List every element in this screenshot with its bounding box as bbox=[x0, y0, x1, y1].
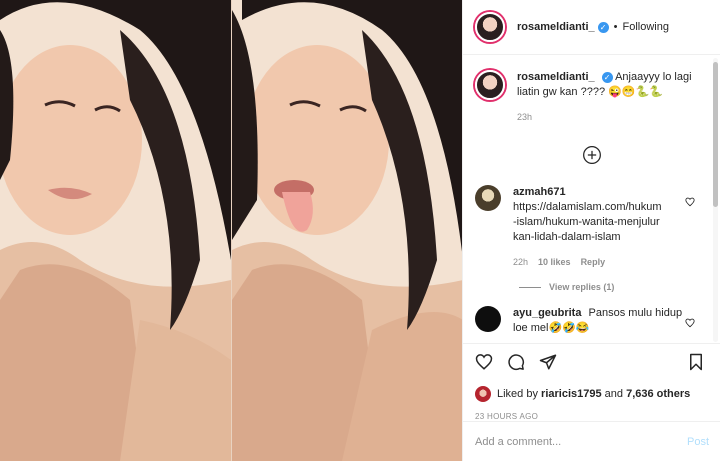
action-icons bbox=[475, 352, 709, 372]
heart-icon[interactable] bbox=[685, 197, 695, 207]
comment-text[interactable]: https://dalamislam.com/hukum-islam/hukum… bbox=[513, 200, 663, 245]
author-username[interactable]: rosameldianti_ bbox=[517, 21, 595, 33]
commenter-username[interactable]: ayu_geubrita bbox=[513, 307, 581, 319]
share-icon[interactable] bbox=[539, 353, 557, 371]
comment-likes[interactable]: 10 likes bbox=[538, 255, 571, 270]
heart-icon[interactable] bbox=[685, 318, 695, 328]
bookmark-icon[interactable] bbox=[687, 353, 705, 371]
likes-prefix: Liked by bbox=[497, 388, 538, 400]
comment-icon[interactable] bbox=[507, 353, 525, 371]
post-header: rosameldianti_ ✓ • Following bbox=[463, 0, 720, 55]
comment-composer: Post bbox=[463, 421, 720, 461]
caption-username[interactable]: rosameldianti_ bbox=[517, 71, 595, 83]
verified-badge-icon: ✓ bbox=[597, 21, 609, 33]
following-button[interactable]: Following bbox=[623, 21, 669, 33]
selfie-illustration-right bbox=[232, 0, 462, 461]
caption-row: rosameldianti_ ✓ Anjaayyy lo lagi liatin … bbox=[475, 70, 709, 125]
post-comment-button[interactable]: Post bbox=[687, 436, 709, 448]
instagram-post: rosameldianti_ ✓ • Following rosameldian… bbox=[0, 0, 720, 461]
header-separator: • bbox=[613, 21, 618, 33]
likes-summary: Liked by riaricis1795 and 7,636 others bbox=[475, 386, 709, 402]
verified-badge-icon: ✓ bbox=[601, 71, 613, 83]
heart-icon[interactable] bbox=[475, 353, 493, 371]
caption-body: rosameldianti_ ✓ Anjaayyy lo lagi liatin … bbox=[517, 70, 709, 125]
post-sidebar: rosameldianti_ ✓ • Following rosameldian… bbox=[462, 0, 720, 461]
caption-meta: 23h bbox=[517, 110, 709, 125]
commenter-avatar[interactable] bbox=[475, 185, 501, 211]
likes-conjunction: and bbox=[604, 388, 624, 400]
commenter-avatar[interactable] bbox=[475, 306, 501, 332]
comment-body: ayu_geubrita Pansos mulu hidup loe mel🤣🤣… bbox=[513, 306, 709, 336]
selfie-illustration-left bbox=[0, 0, 231, 461]
post-timestamp[interactable]: 23 HOURS AGO bbox=[475, 412, 709, 421]
load-more-comments[interactable] bbox=[475, 145, 709, 165]
comments-list: rosameldianti_ ✓ Anjaayyy lo lagi liatin … bbox=[463, 56, 720, 343]
photo-panel-right bbox=[231, 0, 462, 461]
caption-avatar[interactable] bbox=[475, 70, 505, 100]
comment-input[interactable] bbox=[475, 435, 687, 448]
view-replies-link[interactable]: View replies (1) bbox=[519, 282, 709, 292]
view-replies-line bbox=[519, 286, 541, 288]
post-actions: Liked by riaricis1795 and 7,636 others 2… bbox=[463, 343, 720, 421]
photo-panel-left bbox=[0, 0, 231, 461]
liker-username[interactable]: riaricis1795 bbox=[541, 388, 602, 400]
comment-age[interactable]: 22h bbox=[513, 255, 528, 270]
view-replies-label[interactable]: View replies (1) bbox=[549, 282, 614, 292]
liker-avatar[interactable] bbox=[475, 386, 491, 402]
likes-others-link[interactable]: 7,636 others bbox=[626, 388, 690, 400]
add-circle-icon bbox=[583, 146, 601, 164]
comment-meta: 22h 10 likes Reply bbox=[513, 255, 687, 270]
comment-row: ayu_geubrita Pansos mulu hidup loe mel🤣🤣… bbox=[475, 306, 709, 336]
author-avatar[interactable] bbox=[475, 12, 505, 42]
reply-button[interactable]: Reply bbox=[581, 255, 606, 270]
comment-row: azmah671 https://dalamislam.com/hukum-is… bbox=[475, 185, 709, 270]
comment-body: azmah671 https://dalamislam.com/hukum-is… bbox=[513, 185, 709, 270]
commenter-username[interactable]: azmah671 bbox=[513, 185, 683, 200]
caption-age[interactable]: 23h bbox=[517, 110, 532, 125]
post-photo[interactable] bbox=[0, 0, 462, 461]
